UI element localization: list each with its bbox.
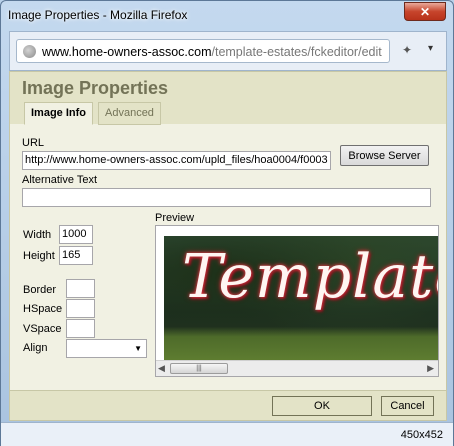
align-select[interactable]: ▼ (66, 339, 147, 358)
alt-text-input[interactable] (22, 188, 431, 207)
navigation-bar: www.home-owners-assoc.com/template-estat… (9, 31, 447, 71)
tab-label: Image Info (31, 107, 87, 119)
puzzle-icon[interactable]: ✦ (402, 43, 412, 57)
url-path: /template-estates/fckeditor/edit (211, 45, 382, 59)
address-url: www.home-owners-assoc.com/template-estat… (42, 45, 388, 59)
title-bar: Image Properties - Mozilla Firefox ✕ (1, 1, 453, 31)
border-input[interactable] (66, 279, 95, 298)
ok-button[interactable]: OK (272, 396, 372, 416)
status-bar: 450x452 (1, 422, 453, 446)
tab-image-info[interactable]: Image Info (24, 102, 94, 125)
close-button[interactable]: ✕ (404, 2, 446, 21)
browser-window: Image Properties - Mozilla Firefox ✕ www… (0, 0, 454, 446)
url-label: URL (22, 137, 45, 149)
ok-label: OK (314, 400, 330, 412)
dialog-header: Image Properties Image Info Advanced (10, 72, 446, 125)
hspace-input[interactable] (66, 299, 95, 318)
vspace-label: VSpace (23, 323, 62, 335)
dialog-footer: OK Cancel (10, 390, 446, 420)
width-input[interactable]: 1000 (59, 225, 93, 244)
tab-advanced[interactable]: Advanced (98, 102, 161, 125)
align-label: Align (23, 342, 48, 354)
dialog-title: Image Properties (22, 78, 169, 98)
preview-horizontal-scrollbar[interactable]: ◀ ||| ▶ (156, 360, 438, 376)
vspace-input[interactable] (66, 319, 95, 338)
globe-icon (23, 45, 36, 58)
window-title: Image Properties - Mozilla Firefox (8, 8, 188, 22)
address-field[interactable]: www.home-owners-assoc.com/template-estat… (16, 39, 390, 63)
browse-server-button[interactable]: Browse Server (340, 145, 429, 166)
url-host: www.home-owners-assoc.com (42, 45, 212, 59)
image-properties-dialog: Image Properties Image Info Advanced URL… (9, 71, 447, 421)
url-input[interactable]: http://www.home-owners-assoc.com/upld_fi… (22, 151, 331, 170)
scrollbar-thumb[interactable]: ||| (170, 363, 228, 374)
scroll-right-icon[interactable]: ▶ (427, 363, 434, 374)
hspace-label: HSpace (23, 303, 63, 315)
height-input[interactable]: 165 (59, 246, 93, 265)
close-icon: ✕ (419, 4, 431, 19)
preview-image: Template (164, 236, 438, 362)
preview-label: Preview (155, 212, 195, 224)
cancel-label: Cancel (390, 400, 425, 412)
alt-text-label: Alternative Text (22, 174, 98, 186)
border-label: Border (23, 284, 57, 296)
chevron-down-icon: ▼ (134, 344, 142, 353)
browse-server-label: Browse Server (348, 149, 421, 162)
preview-image-text: Template (182, 242, 438, 312)
cancel-button[interactable]: Cancel (381, 396, 434, 416)
window-dimensions: 450x452 (400, 429, 443, 441)
scroll-left-icon[interactable]: ◀ (158, 363, 165, 374)
preview-pane: Template ◀ ||| ▶ (155, 225, 439, 377)
width-label: Width (23, 229, 52, 241)
chevron-down-icon[interactable]: ▾ (428, 43, 433, 54)
height-label: Height (23, 250, 55, 262)
tab-label: Advanced (105, 107, 154, 119)
